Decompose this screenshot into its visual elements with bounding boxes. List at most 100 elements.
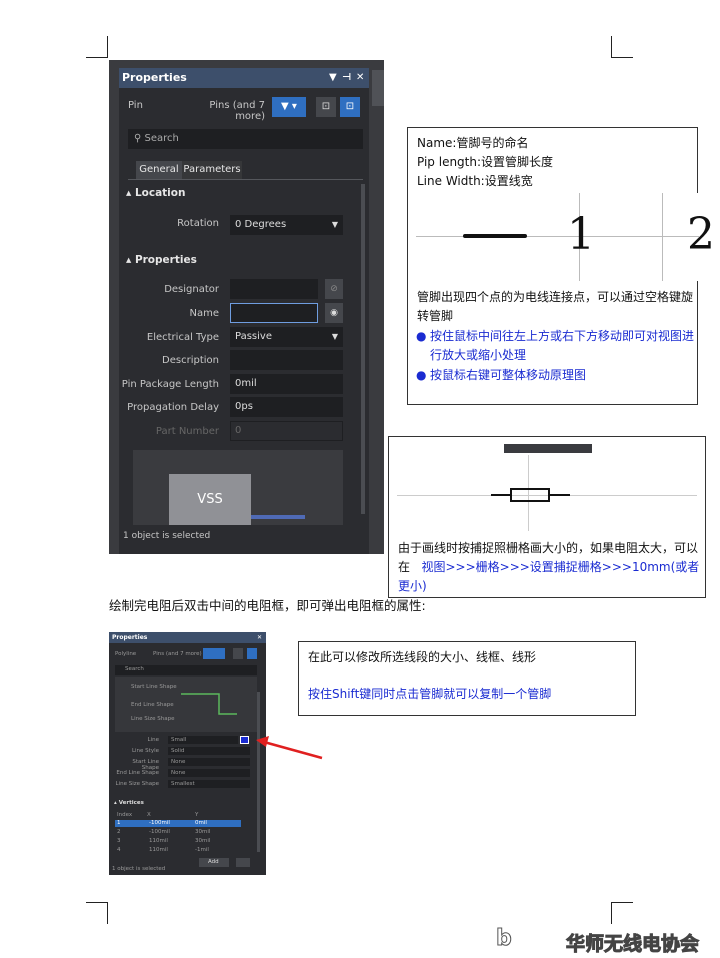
vertex-index[interactable]: 3 — [117, 838, 121, 844]
pin-package-length-label: Pin Package Length — [121, 379, 219, 390]
properties-section-header[interactable]: ▴ Properties — [126, 254, 197, 266]
vertex-x[interactable]: -100mil — [149, 829, 170, 835]
vertex-y[interactable]: -1mil — [195, 847, 209, 853]
vertex-y[interactable]: 0mil — [195, 820, 207, 826]
note3-line2: 按住Shift键同时点击管脚就可以复制一个管脚 — [308, 687, 552, 701]
search-input[interactable]: ⚲ Search — [128, 129, 363, 149]
lock-icon[interactable]: ⊘ — [325, 279, 343, 299]
description-label: Description — [162, 355, 219, 366]
small-select-icon[interactable] — [233, 648, 243, 659]
small-pin-label: Polyline — [115, 651, 137, 657]
name-field[interactable] — [230, 303, 318, 323]
toolbar-strip — [504, 444, 592, 453]
row-value: Solid — [171, 748, 185, 754]
location-section-header[interactable]: ▴ Location — [126, 187, 185, 199]
vertex-row-selected-bg — [115, 820, 241, 827]
properties-header-label: Properties — [134, 254, 197, 266]
note2-text: 由于画线时按捕捉照栅格画大小的，如果电阻太大，可以在 视图>>>栅格>>>设置捕… — [398, 539, 703, 596]
scrollbar[interactable] — [361, 184, 365, 514]
propagation-delay-value: 0ps — [235, 401, 253, 412]
chevron-down-icon: ▼ — [331, 220, 338, 229]
part-number-value: 0 — [235, 425, 242, 436]
bullet-dot-icon: ● — [416, 368, 427, 382]
tabs-underline — [128, 179, 363, 180]
line-shape-svg — [181, 693, 237, 715]
dock-icon[interactable]: ⊣ — [342, 68, 351, 88]
pin-package-length-field[interactable]: 0mil — [230, 374, 343, 394]
part-number-label: Part Number — [155, 426, 219, 437]
preview-pin-line — [251, 515, 305, 519]
vertex-y[interactable]: 30mil — [195, 829, 210, 835]
vertices-col-x: X — [147, 812, 151, 818]
crop-mark-bottom-right — [611, 902, 633, 924]
note1-paragraph: 管脚出现四个点的为电线连接点，可以通过空格键旋转管脚 — [417, 290, 694, 323]
vertices-header[interactable]: ▴ Vertices — [114, 800, 144, 806]
rotation-value: 0 Degrees — [235, 219, 287, 230]
search-icon: ⚲ — [134, 133, 142, 144]
close-icon[interactable]: ✕ — [257, 632, 262, 643]
pin-number-1: 1 — [567, 209, 595, 260]
panel-title: Properties — [122, 71, 187, 84]
small-pin-value: Pins (and 7 more) — [153, 651, 202, 657]
pin-diagram: 1 2 — [416, 193, 715, 281]
small-scrollbar[interactable] — [257, 692, 260, 852]
row-value: Small — [171, 737, 187, 743]
pin-line — [463, 234, 527, 238]
eye-icon[interactable]: ◉ — [325, 303, 343, 323]
note1-bullet1-text: 按住鼠标中间往左上方或右下方移动即可对视图进行放大或缩小处理 — [430, 329, 695, 362]
vertex-index[interactable]: 2 — [117, 829, 121, 835]
arrow-head — [256, 736, 269, 747]
add-vertex-label: Add — [208, 859, 219, 865]
rotation-select[interactable]: 0 Degrees ▼ — [230, 215, 343, 235]
tab-general[interactable]: General — [136, 161, 182, 179]
vertex-index[interactable]: 4 — [117, 847, 121, 853]
vertices-col-index: Index — [117, 812, 133, 818]
red-arrow — [256, 736, 323, 760]
small-filter-button[interactable] — [203, 648, 225, 659]
vertex-x[interactable]: -100mil — [149, 820, 170, 826]
rotation-label: Rotation — [177, 218, 219, 229]
status-text: 1 object is selected — [123, 531, 211, 541]
close-icon[interactable]: ✕ — [356, 68, 364, 88]
tab-parameters[interactable]: Parameters — [182, 161, 242, 179]
watermark-text: 华师无线电协会 — [565, 933, 700, 956]
delete-vertex-button[interactable] — [236, 858, 250, 867]
crop-mark-bottom-left — [86, 902, 108, 924]
vertex-y[interactable]: 30mil — [195, 838, 210, 844]
note1-line1: Name:管脚号的命名 — [417, 136, 529, 150]
row-label: Line Size Shape — [115, 781, 159, 787]
pin-filter-value: Pins (and 7 more) — [209, 100, 265, 122]
propagation-delay-field[interactable]: 0ps — [230, 397, 343, 417]
filter-button[interactable]: ▼ ▾ — [272, 97, 306, 117]
vertex-x[interactable]: 110mil — [149, 838, 168, 844]
bullet-dot-icon: ● — [416, 329, 427, 343]
preview-symbol-box: VSS — [169, 474, 251, 525]
small-zoom-icon[interactable] — [247, 648, 257, 659]
shape-label-3: Line Size Shape — [131, 716, 175, 722]
select-icon[interactable]: ⊡ — [316, 97, 336, 117]
pin-panel-icon[interactable]: ▼ — [329, 68, 337, 88]
crop-mark-top-right — [611, 36, 633, 58]
note1-bullet2: ● 按鼠标右键可整体移动原理图 — [416, 366, 697, 385]
description-field[interactable] — [230, 350, 343, 370]
note-box-1: Name:管脚号的命名 Pip length:设置管脚长度 Line Width… — [407, 127, 715, 405]
vertex-index[interactable]: 1 — [117, 820, 121, 826]
note1-bullet2-text: 按鼠标右键可整体移动原理图 — [430, 368, 587, 382]
grid-line-vertical-2 — [662, 193, 663, 281]
properties-panel-screenshot: Properties ▼ ⊣ ✕ Pin Pins (and 7 more) ▼… — [109, 60, 384, 554]
electrical-type-select[interactable]: Passive ▼ — [230, 327, 343, 347]
caption: 绘制完电阻后双击中间的电阻框，即可弹出电阻框的属性: — [109, 598, 426, 613]
row-label: Line Style — [131, 748, 159, 754]
note1-line3: Line Width:设置线宽 — [417, 174, 533, 188]
panel-title-bar: Properties ▼ ⊣ ✕ — [119, 68, 369, 88]
row-label: End Line Shape — [116, 770, 159, 776]
resistor-diagram — [397, 441, 697, 531]
part-number-field[interactable]: 0 — [230, 421, 343, 441]
vertex-x[interactable]: 110mil — [149, 847, 168, 853]
vertical-tab[interactable] — [372, 70, 384, 106]
designator-field[interactable] — [230, 279, 318, 299]
row-value: None — [171, 759, 186, 765]
zoom-icon[interactable]: ⊡ — [340, 97, 360, 117]
note3-line1: 在此可以修改所选线段的大小、线框、线形 — [308, 650, 537, 664]
color-swatch[interactable] — [240, 736, 249, 744]
